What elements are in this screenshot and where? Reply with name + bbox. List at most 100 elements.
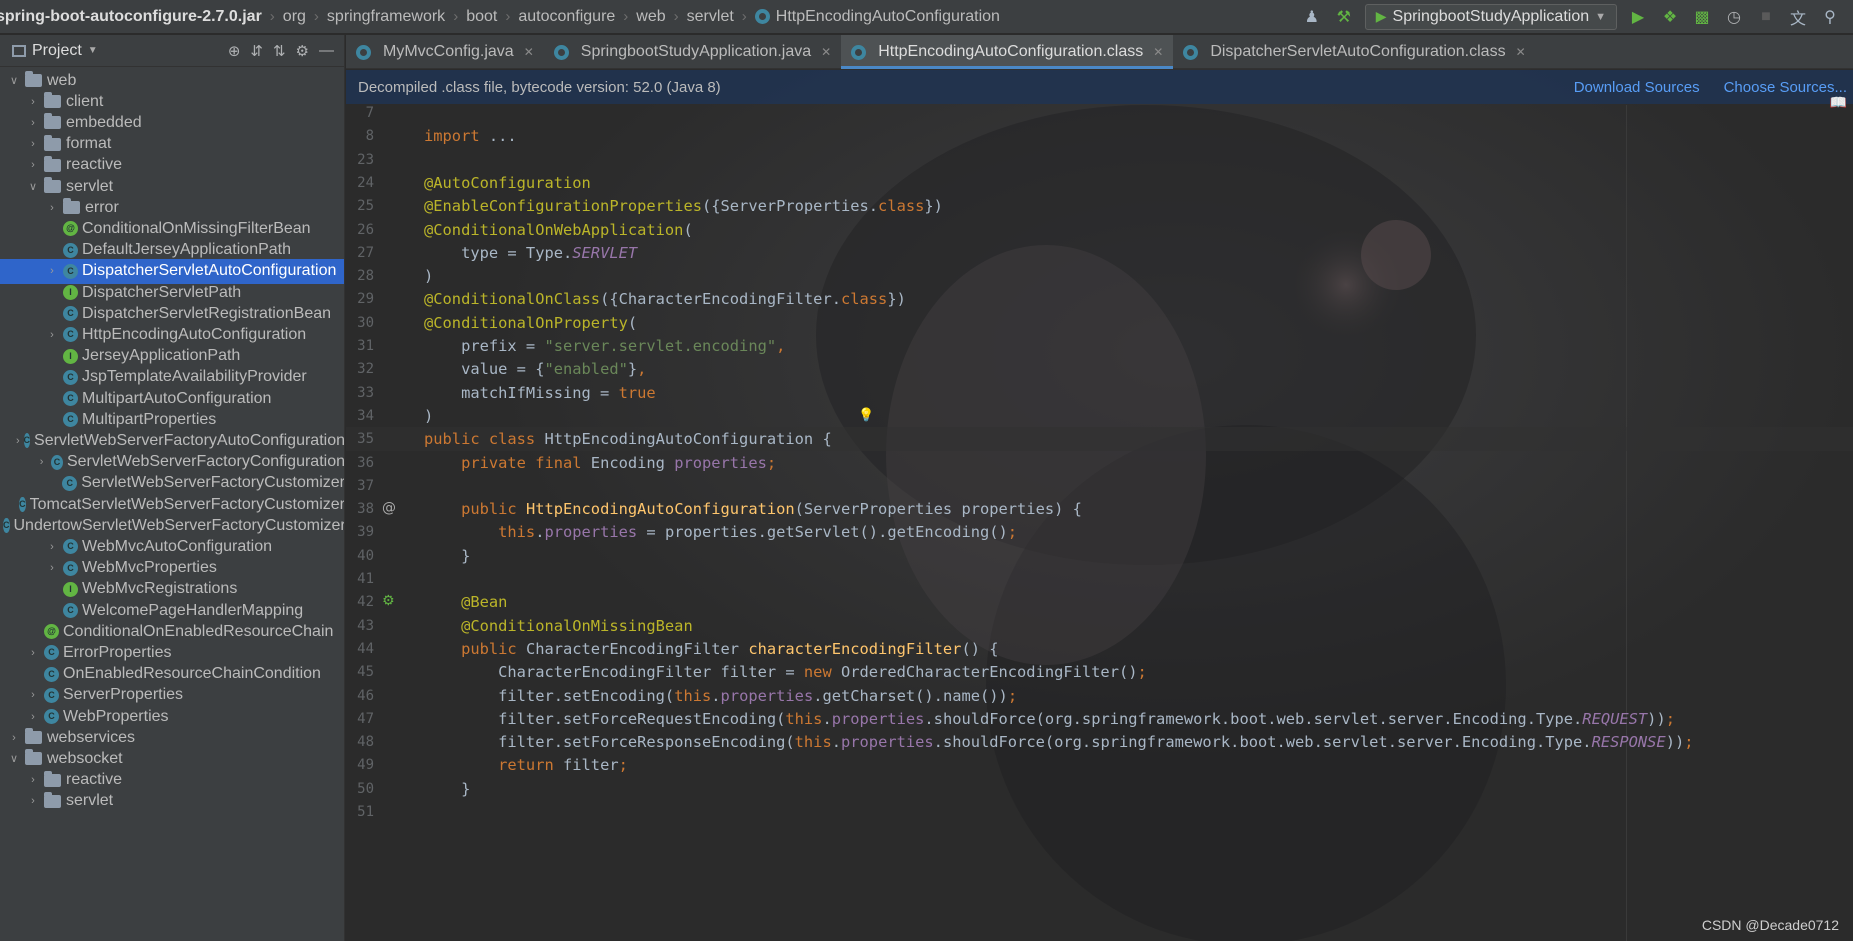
class-icon <box>851 44 867 60</box>
override-marker-icon[interactable]: @ <box>382 500 396 516</box>
editor-tab[interactable]: MyMvcConfig.java ✕ <box>346 35 544 69</box>
editor-tab[interactable]: SpringbootStudyApplication.java ✕ <box>544 35 841 69</box>
chevron-right-icon[interactable]: › <box>25 647 41 659</box>
code-area[interactable]: import ... @AutoConfiguration @EnableConfi… <box>424 105 1844 941</box>
code-line: this.properties = properties.getServlet(… <box>424 520 1017 544</box>
class-icon <box>1183 44 1199 60</box>
bean-marker-icon[interactable]: ⚙ <box>382 593 395 609</box>
close-icon[interactable]: ✕ <box>821 45 831 59</box>
close-icon[interactable]: ✕ <box>524 45 534 59</box>
code-token: }) <box>924 197 943 216</box>
locate-icon[interactable]: ⊕ <box>228 42 241 60</box>
project-title[interactable]: Project <box>32 42 82 60</box>
reader-mode-icon[interactable]: 📖 <box>1830 95 1847 111</box>
close-icon[interactable]: ✕ <box>1516 45 1526 59</box>
chevron-right-icon[interactable]: › <box>44 562 60 574</box>
close-icon[interactable]: ✕ <box>1153 45 1163 59</box>
line-number: 49 <box>357 757 374 774</box>
chevron-right-icon[interactable]: › <box>25 711 41 723</box>
run-config-label: SpringbootStudyApplication <box>1392 7 1590 25</box>
code-token: RESPONSE <box>1591 733 1666 752</box>
chevron-right-icon[interactable]: › <box>6 732 22 744</box>
profile-icon[interactable]: ◷ <box>1723 6 1745 28</box>
chevron-right-icon[interactable]: › <box>15 435 20 447</box>
hide-icon[interactable]: — <box>319 42 334 60</box>
coverage-icon[interactable]: ▩ <box>1691 6 1713 28</box>
class-icon: C <box>19 497 26 512</box>
stop-icon[interactable]: ■ <box>1755 6 1777 28</box>
editor-tab[interactable]: HttpEncodingAutoConfiguration.class ✕ <box>841 35 1174 69</box>
search-icon[interactable]: ⚲ <box>1819 6 1841 28</box>
tree-folder[interactable]: › servlet <box>0 789 344 814</box>
code-token: @Bean <box>424 593 508 612</box>
chevron-right-icon[interactable]: › <box>25 689 41 701</box>
lightbulb-icon[interactable]: 💡 <box>858 408 874 423</box>
folder-icon <box>63 198 80 215</box>
breadcrumb-item[interactable]: autoconfigure <box>518 0 615 34</box>
code-line: ) <box>424 264 433 288</box>
run-icon[interactable]: ▶ <box>1627 6 1649 28</box>
code-token: private final <box>424 453 591 472</box>
choose-sources-link[interactable]: Choose Sources... <box>1724 79 1847 96</box>
chevron-right-icon[interactable]: › <box>35 456 48 468</box>
breadcrumb-item[interactable]: springframework <box>327 0 445 34</box>
tree-item-label: ServletWebServerFactoryConfiguration <box>66 453 345 471</box>
gear-icon[interactable]: ⚙ <box>296 42 309 60</box>
code-line: public class HttpEncodingAutoConfigurati… <box>424 427 832 451</box>
code-token: REQUEST <box>1582 709 1648 728</box>
chevron-right-icon[interactable]: › <box>44 329 60 341</box>
chevron-right-icon[interactable]: › <box>25 159 41 171</box>
line-number: 37 <box>357 477 374 494</box>
breadcrumb-item[interactable]: boot <box>466 0 497 34</box>
code-token: } <box>627 360 638 379</box>
translate-icon[interactable]: 文 <box>1787 6 1809 28</box>
chevron-down-icon[interactable]: ∨ <box>6 752 22 765</box>
chevron-right-icon[interactable]: › <box>44 265 60 277</box>
line-number: 38 <box>357 501 374 518</box>
code-editor: MyMvcConfig.java ✕ SpringbootStudyApplicat… <box>346 35 1853 941</box>
chevron-right-icon[interactable]: › <box>25 96 41 108</box>
tree-item-label: WebProperties <box>63 707 169 725</box>
code-token: ({ServerProperties. <box>701 197 879 216</box>
build-hammer-icon[interactable]: ⚒ <box>1333 6 1355 28</box>
code-line: CharacterEncodingFilter filter = new Ord… <box>424 660 1147 684</box>
code-token: properties <box>674 453 767 472</box>
tree-item-label: WelcomePageHandlerMapping <box>82 601 304 619</box>
user-icon[interactable]: ♟ <box>1301 6 1323 28</box>
breadcrumb-item[interactable]: org <box>283 0 306 34</box>
breadcrumb-item[interactable]: web <box>636 0 665 34</box>
expand-all-icon[interactable]: ⇵ <box>250 42 263 60</box>
line-number: 33 <box>357 384 374 401</box>
class-icon: C <box>44 645 59 661</box>
run-config-select[interactable]: ▶ SpringbootStudyApplication ▼ <box>1364 3 1617 30</box>
line-number: 7 <box>365 105 374 121</box>
chevron-right-icon[interactable]: › <box>25 795 41 807</box>
chevron-right-icon[interactable]: › <box>25 774 41 786</box>
folder-icon <box>44 770 61 787</box>
chevron-right-icon[interactable]: › <box>44 541 60 553</box>
chevron-right-icon[interactable]: › <box>25 117 41 129</box>
chevron-down-icon[interactable]: ▼ <box>88 45 98 56</box>
line-gutter: 7 8 23 24 25 26 27 28 29 30 31 32 33 34 35 36 37 38 39 40 41… <box>346 105 406 941</box>
line-number: 44 <box>357 640 374 657</box>
collapse-all-icon[interactable]: ⇅ <box>273 42 286 60</box>
line-number: 32 <box>357 361 374 378</box>
chevron-right-icon[interactable]: › <box>44 202 60 214</box>
download-sources-link[interactable]: Download Sources <box>1574 79 1700 96</box>
code-token: SERVLET <box>572 243 638 262</box>
breadcrumb-item[interactable]: HttpEncodingAutoConfiguration <box>754 0 1000 34</box>
class-icon <box>356 44 371 60</box>
code-token: ; <box>1665 709 1675 728</box>
breadcrumb-separator: › <box>505 8 511 25</box>
breadcrumb-item[interactable]: spring-boot-autoconfigure-2.7.0.jar <box>0 0 262 34</box>
chevron-down-icon[interactable]: ∨ <box>25 180 41 193</box>
chevron-right-icon[interactable]: › <box>25 138 41 150</box>
chevron-down-icon[interactable]: ∨ <box>6 74 22 87</box>
breadcrumb-item[interactable]: servlet <box>687 0 734 34</box>
editor-tab[interactable]: DispatcherServletAutoConfiguration.class… <box>1173 35 1535 69</box>
code-token: OrderedCharacterEncodingFilter() <box>840 663 1138 682</box>
code-token: this <box>785 709 823 728</box>
folder-icon <box>44 177 61 193</box>
debug-icon[interactable]: ❖ <box>1659 6 1681 28</box>
code-line: filter.setEncoding(this.properties.getCh… <box>424 684 1017 708</box>
